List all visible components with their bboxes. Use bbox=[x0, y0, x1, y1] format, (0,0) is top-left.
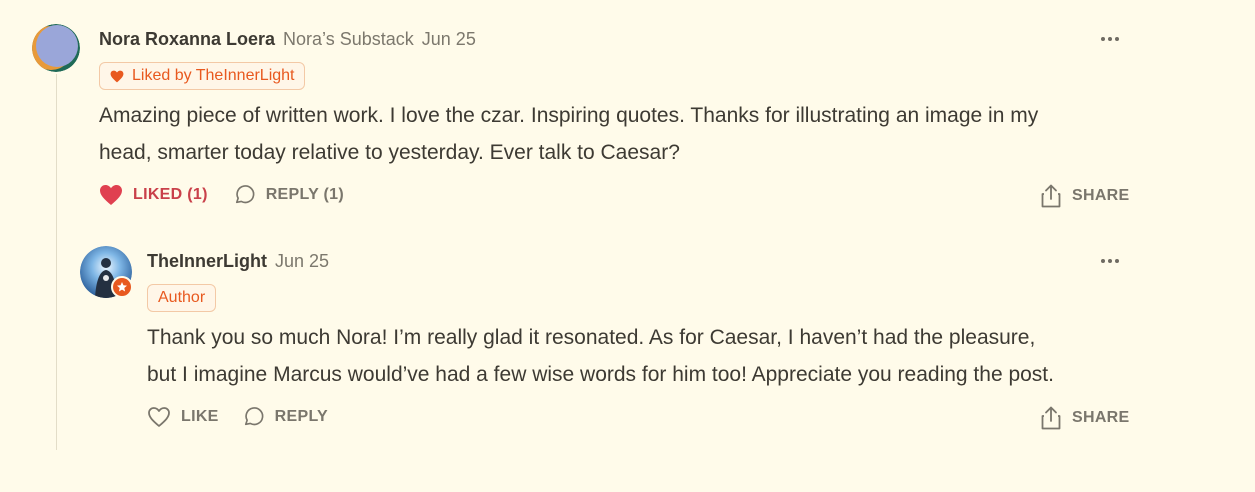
comment-date[interactable]: Jun 25 bbox=[422, 29, 476, 50]
author-badge-label: Author bbox=[158, 289, 206, 306]
share-icon bbox=[1041, 406, 1061, 430]
share-action: SHARE bbox=[1040, 184, 1130, 208]
share-label: SHARE bbox=[1072, 409, 1130, 426]
author-name[interactable]: TheInnerLight bbox=[147, 251, 267, 272]
comment-actions: LIKED (1) REPLY (1) bbox=[99, 184, 344, 206]
dot-icon bbox=[1101, 37, 1105, 41]
like-button[interactable]: LIKE bbox=[147, 406, 219, 428]
reply-button[interactable]: REPLY (1) bbox=[234, 184, 344, 206]
more-options-button[interactable] bbox=[1098, 34, 1122, 44]
heart-filled-icon bbox=[100, 185, 122, 205]
heart-icon bbox=[110, 70, 124, 82]
avatar[interactable] bbox=[32, 24, 80, 72]
reply-text-line: Thank you so much Nora! I’m really glad … bbox=[147, 326, 1036, 349]
share-label: SHARE bbox=[1072, 187, 1130, 204]
thread-line[interactable] bbox=[56, 74, 57, 450]
like-button[interactable]: LIKED (1) bbox=[99, 184, 208, 206]
more-options-button[interactable] bbox=[1098, 256, 1122, 266]
like-label: LIKE bbox=[181, 408, 219, 425]
dot-icon bbox=[1108, 37, 1112, 41]
comment-text-line: head, smarter today relative to yesterda… bbox=[99, 141, 680, 164]
comment-header: Nora Roxanna Loera Nora’s Substack Jun 2… bbox=[99, 29, 476, 50]
liked-by-badge: Liked by TheInnerLight bbox=[99, 62, 306, 90]
reply-button[interactable]: REPLY bbox=[243, 406, 328, 428]
heart-outline-icon bbox=[148, 407, 170, 427]
speech-bubble-icon bbox=[235, 185, 255, 204]
liked-by-label: Liked by TheInnerLight bbox=[132, 67, 295, 84]
reply-label: REPLY (1) bbox=[265, 186, 344, 203]
dot-icon bbox=[1115, 37, 1119, 41]
speech-bubble-icon bbox=[244, 407, 264, 426]
star-icon bbox=[117, 282, 127, 292]
comment-body: Amazing piece of written work. I love th… bbox=[99, 97, 1139, 171]
reply-label: REPLY bbox=[274, 408, 329, 425]
author-name[interactable]: Nora Roxanna Loera bbox=[99, 29, 275, 50]
dot-icon bbox=[1101, 259, 1105, 263]
reply-body: Thank you so much Nora! I’m really glad … bbox=[147, 319, 1147, 393]
author-badge: Author bbox=[147, 284, 217, 312]
share-button[interactable]: SHARE bbox=[1040, 184, 1130, 208]
dot-icon bbox=[1108, 259, 1112, 263]
reply-text-line: but I imagine Marcus would’ve had a few … bbox=[147, 363, 1054, 386]
share-icon bbox=[1041, 184, 1061, 208]
author-star-badge bbox=[111, 276, 133, 298]
share-action: SHARE bbox=[1040, 406, 1130, 430]
publication-name[interactable]: Nora’s Substack bbox=[283, 29, 414, 50]
share-button[interactable]: SHARE bbox=[1040, 406, 1130, 430]
reply-header: TheInnerLight Jun 25 bbox=[147, 251, 329, 272]
like-label: LIKED (1) bbox=[133, 186, 208, 203]
reply-date[interactable]: Jun 25 bbox=[275, 251, 329, 272]
comment-text-line: Amazing piece of written work. I love th… bbox=[99, 104, 1039, 127]
reply-actions: LIKE REPLY bbox=[147, 406, 328, 428]
dot-icon bbox=[1115, 259, 1119, 263]
